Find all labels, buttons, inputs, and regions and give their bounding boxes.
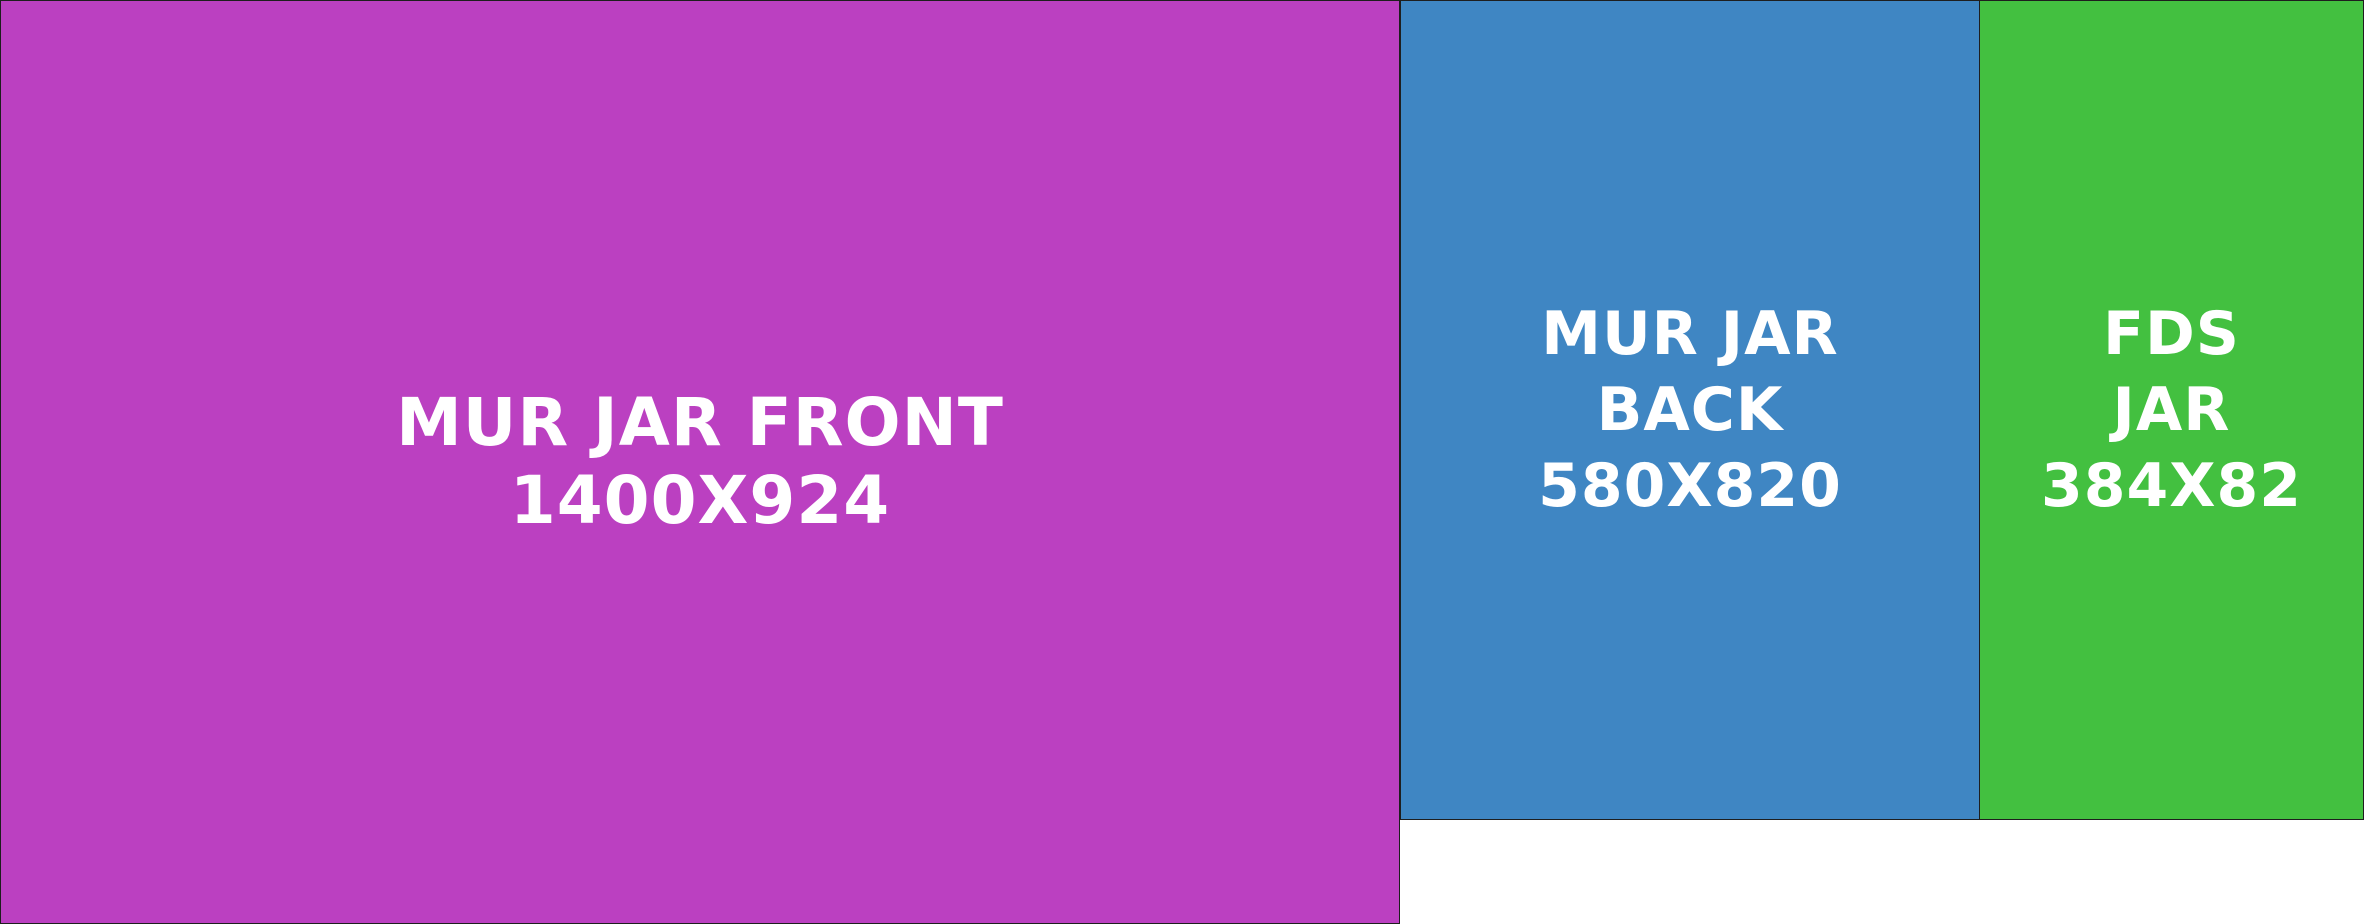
back-label-line1: MUR JAR (1541, 299, 1839, 369)
front-label: MUR JAR FRONT (396, 384, 1004, 461)
panel-mur-jar-front: MUR JAR FRONT 1400X924 (0, 0, 1400, 924)
fds-label-line2: JAR (2112, 375, 2231, 445)
panel-fds-jar: FDS JAR 384X82 (1979, 0, 2364, 820)
back-size: 580X820 (1538, 451, 1842, 521)
panel-mur-jar-back: MUR JAR BACK 580X820 (1400, 0, 1980, 820)
front-size: 1400X924 (509, 462, 891, 539)
fds-size: 384X82 (2041, 451, 2302, 521)
back-label-line2: BACK (1596, 375, 1784, 445)
fds-label-line1: FDS (2102, 299, 2240, 369)
